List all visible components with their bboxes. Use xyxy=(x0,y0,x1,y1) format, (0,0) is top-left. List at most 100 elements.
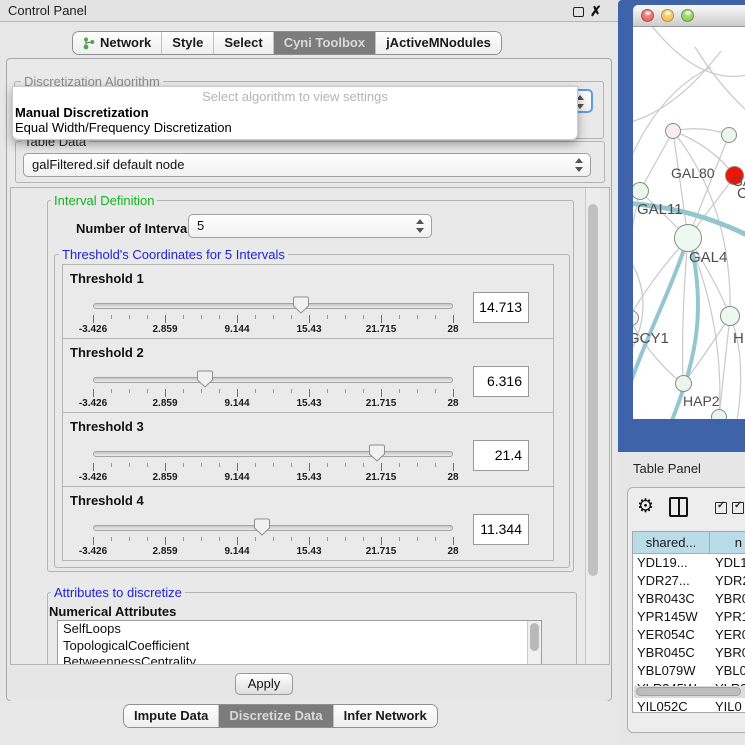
slider-tick-labels: -3.426 2.859 9.144 15.43 21.715 28 xyxy=(93,472,453,484)
table-toolbar: ⚙ xyxy=(628,488,745,528)
threshold-3-value-field[interactable]: 21.4 xyxy=(473,440,529,471)
vertical-scrollbar[interactable] xyxy=(585,188,600,664)
interval-definition-group-title: Interval Definition xyxy=(51,194,157,207)
settings-scroll-area: Interval Definition Number of Intervals … xyxy=(10,187,610,665)
dropdown-placeholder-item[interactable]: Select algorithm to view settings xyxy=(13,89,577,105)
tab-infer-network[interactable]: Infer Network xyxy=(333,705,437,727)
threshold-4-slider[interactable] xyxy=(93,525,453,531)
table-data-combobox[interactable]: galFiltered.sif default node xyxy=(23,153,591,177)
threshold-1-slider[interactable] xyxy=(93,303,453,309)
threshold-2-panel: Threshold 2 -3.426 2.859 9.144 15.43 21.… xyxy=(62,338,554,413)
close-icon[interactable]: ✗ xyxy=(590,2,602,20)
table-panel: Table Panel ⚙ shared... n YDL19... YDL1 xyxy=(618,452,745,745)
float-window-icon[interactable] xyxy=(573,7,584,17)
gear-icon[interactable]: ⚙ xyxy=(637,495,654,518)
slider-ticks xyxy=(93,537,453,545)
node-label: GAL80 xyxy=(671,165,715,181)
numerical-attributes-list[interactable]: SelfLoopsTopologicalCoefficientBetweenne… xyxy=(57,620,542,665)
control-panel-titlebar: Control Panel ✗ xyxy=(0,0,618,22)
control-panel-title: Control Panel xyxy=(8,0,87,22)
tab-cyni-toolbox[interactable]: Cyni Toolbox xyxy=(273,32,375,54)
numerical-attributes-label: Numerical Attributes xyxy=(49,604,176,619)
network-view-window: GAL80GACGAL11GAL4GCY1HHAP2 xyxy=(618,0,745,452)
table-row[interactable]: YBR045C YBR0 xyxy=(633,644,745,662)
list-item[interactable]: TopologicalCoefficient xyxy=(58,638,541,655)
tab-jactivemnodules[interactable]: jActiveMNodules xyxy=(375,32,501,54)
threshold-2-value-field[interactable]: 6.316 xyxy=(473,366,529,397)
table-row[interactable]: YBL079W YBL0 xyxy=(633,662,745,680)
num-intervals-combobox[interactable]: 5 xyxy=(188,214,432,238)
apply-strip: Apply xyxy=(8,666,610,701)
slider-tick-labels: -3.426 2.859 9.144 15.43 21.715 28 xyxy=(93,324,453,336)
slider-thumb[interactable] xyxy=(254,518,270,536)
node-label: HAP2 xyxy=(683,393,720,409)
slider-thumb[interactable] xyxy=(197,370,213,388)
node-label: C xyxy=(737,185,745,202)
network-node-labels: GAL80GACGAL11GAL4GCY1HHAP2 xyxy=(633,27,745,419)
threshold-2-label: Threshold 2 xyxy=(70,345,144,360)
table-row[interactable]: YBR043C YBR0 xyxy=(633,590,745,608)
checkbox-icon[interactable] xyxy=(732,502,744,514)
control-panel-tabs: Network Style Select Cyni Toolbox jActiv… xyxy=(72,31,502,55)
column-header-shared-name[interactable]: shared... xyxy=(633,532,710,554)
control-panel: Control Panel ✗ Network Style Select Cyn… xyxy=(0,0,618,745)
mac-close-icon[interactable] xyxy=(641,9,654,22)
slider-tick-labels: -3.426 2.859 9.144 15.43 21.715 28 xyxy=(93,398,453,410)
slider-thumb[interactable] xyxy=(293,296,309,314)
slider-ticks xyxy=(93,463,453,471)
table-row[interactable]: YDL19... YDL1 xyxy=(633,554,745,572)
list-scrollbar[interactable] xyxy=(527,621,541,665)
slider-ticks xyxy=(93,389,453,397)
threshold-1-value-field[interactable]: 14.713 xyxy=(473,292,529,323)
tab-discretize-data[interactable]: Discretize Data xyxy=(218,705,332,727)
slider-tick-labels: -3.426 2.859 9.144 15.43 21.715 28 xyxy=(93,546,453,558)
attributes-group-title: Attributes to discretize xyxy=(51,586,185,599)
dropdown-option-manual[interactable]: Manual Discretization xyxy=(13,105,577,120)
threshold-4-label: Threshold 4 xyxy=(70,493,144,508)
slider-thumb[interactable] xyxy=(369,444,385,462)
split-column-icon[interactable] xyxy=(669,497,688,517)
mac-zoom-icon[interactable] xyxy=(681,9,694,22)
combo-stepper-icon xyxy=(575,158,584,173)
cyni-bottom-tabs: Impute Data Discretize Data Infer Networ… xyxy=(123,704,438,728)
table-header-row: shared... n xyxy=(633,532,745,554)
horizontal-scrollbar[interactable] xyxy=(634,686,745,698)
tab-style[interactable]: Style xyxy=(161,32,213,54)
checkbox-icon[interactable] xyxy=(715,502,727,514)
tab-network[interactable]: Network xyxy=(73,32,161,54)
thresholds-group-title: Threshold's Coordinates for 5 Intervals xyxy=(59,248,288,261)
dropdown-option-equal-width[interactable]: Equal Width/Frequency Discretization xyxy=(13,120,577,135)
combo-stepper-icon xyxy=(416,219,425,234)
slider-ticks xyxy=(93,315,453,323)
network-canvas[interactable]: GAL80GACGAL11GAL4GCY1HHAP2 xyxy=(633,27,745,419)
table-row[interactable]: YPR145W YPR1 xyxy=(633,608,745,626)
apply-button[interactable]: Apply xyxy=(235,673,293,695)
node-table: shared... n YDL19... YDL1 YDR27... YDR2 xyxy=(632,531,745,713)
threshold-panels: Threshold 1 -3.426 2.859 9.144 15.43 21.… xyxy=(62,265,554,561)
network-icon xyxy=(83,36,95,50)
table-row[interactable]: YIL052C YIL0 xyxy=(633,698,745,713)
table-row[interactable]: YER054C YER0 xyxy=(633,626,745,644)
node-label: H xyxy=(733,330,744,347)
threshold-3-slider[interactable] xyxy=(93,451,453,457)
threshold-4-panel: Threshold 4 -3.426 2.859 9.144 15.43 21.… xyxy=(62,486,554,561)
mac-minimize-icon[interactable] xyxy=(661,9,674,22)
network-window-titlebar xyxy=(633,5,745,27)
threshold-3-panel: Threshold 3 -3.426 2.859 9.144 15.43 21.… xyxy=(62,412,554,487)
list-item[interactable]: BetweennessCentrality xyxy=(58,654,541,665)
node-label: GAL11 xyxy=(637,201,683,218)
threshold-4-value-field[interactable]: 11.344 xyxy=(473,514,529,545)
node-label: GCY1 xyxy=(633,330,669,347)
list-item[interactable]: SelfLoops xyxy=(58,621,541,638)
tab-select[interactable]: Select xyxy=(213,32,272,54)
table-row[interactable]: YDR27... YDR2 xyxy=(633,572,745,590)
tab-impute-data[interactable]: Impute Data xyxy=(124,705,218,727)
threshold-1-label: Threshold 1 xyxy=(70,271,144,286)
threshold-2-slider[interactable] xyxy=(93,377,453,383)
table-panel-title: Table Panel xyxy=(633,461,701,476)
node-label: GAL4 xyxy=(689,249,727,266)
column-header-name[interactable]: n xyxy=(710,532,745,554)
algorithm-dropdown-popup: Select algorithm to view settings Manual… xyxy=(12,86,578,140)
threshold-1-panel: Threshold 1 -3.426 2.859 9.144 15.43 21.… xyxy=(62,264,554,339)
num-intervals-label: Number of Intervals xyxy=(76,221,198,236)
